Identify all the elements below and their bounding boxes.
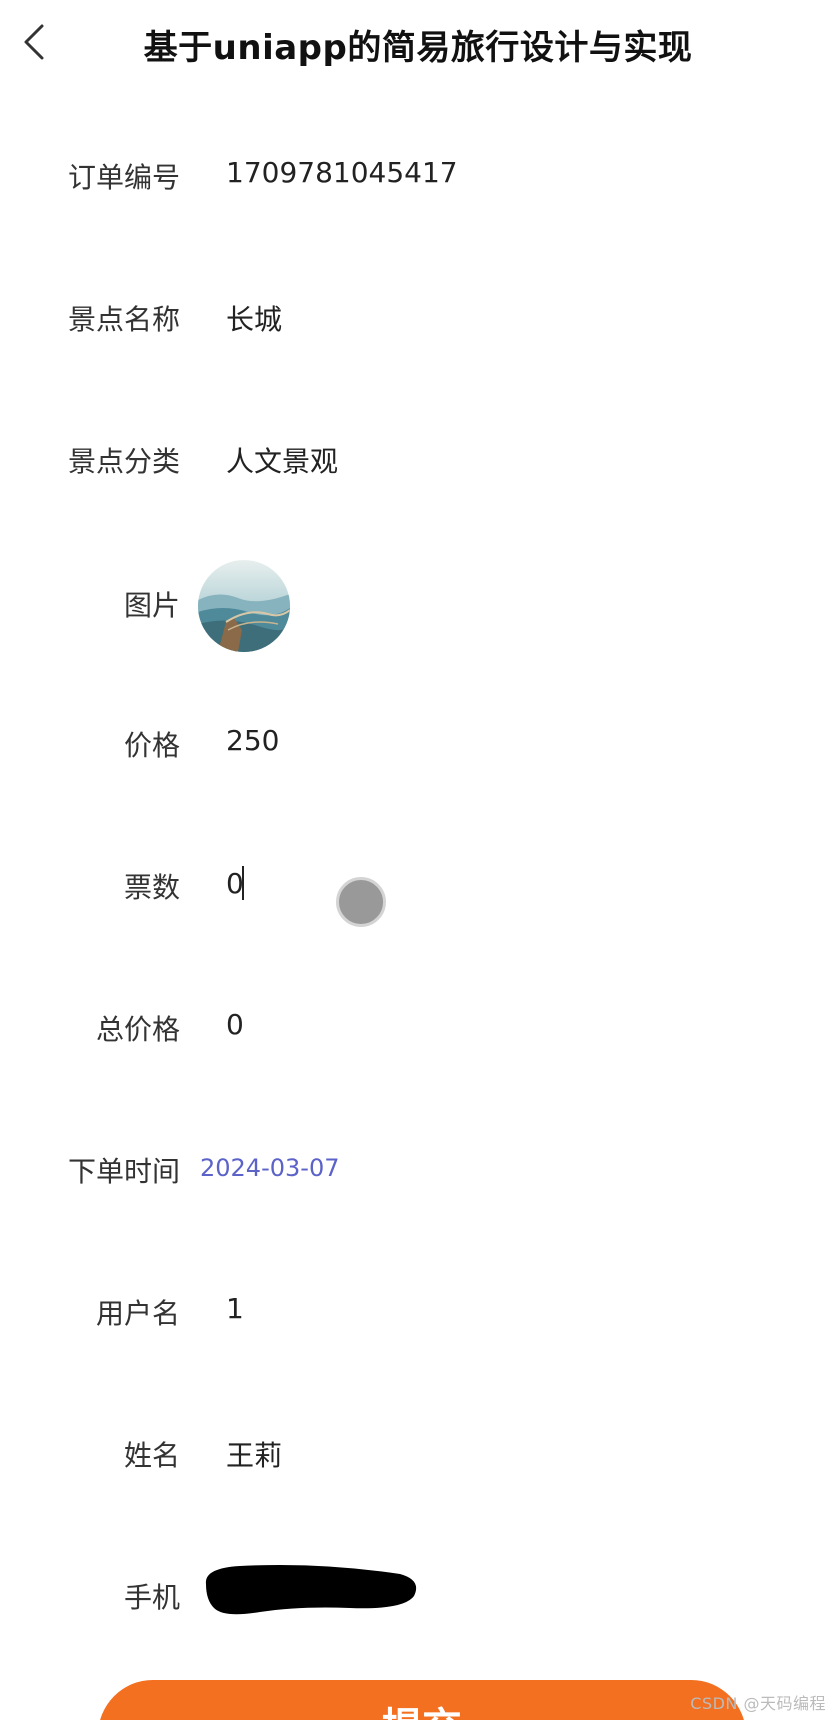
order-time-picker[interactable]: 2024-03-07 <box>200 1154 339 1182</box>
order-no-value: 1709781045417 <box>226 156 458 189</box>
row-picture: 图片 <box>0 564 836 644</box>
spot-name-label: 景点名称 <box>67 303 180 336</box>
page-title: 基于uniapp的简易旅行设计与实现 <box>143 28 693 68</box>
row-total: 总价格 0 <box>0 988 836 1068</box>
spot-thumbnail[interactable] <box>198 560 290 652</box>
row-tickets: 票数 <box>0 846 836 926</box>
picture-label: 图片 <box>123 589 180 622</box>
great-wall-image <box>198 560 290 652</box>
submit-button[interactable]: 提交 <box>98 1680 746 1720</box>
row-spot-name: 景点名称 长城 <box>0 278 836 358</box>
nav-bar: 基于uniapp的简易旅行设计与实现 <box>0 0 836 88</box>
spot-name-value: 长城 <box>226 303 283 336</box>
order-form-page: 基于uniapp的简易旅行设计与实现 订单编号 1709781045417 景点… <box>0 0 836 1720</box>
total-value: 0 <box>226 1008 244 1041</box>
name-value: 王莉 <box>226 1439 283 1472</box>
row-spot-category: 景点分类 人文景观 <box>0 420 836 500</box>
row-order-time: 下单时间 2024-03-07 <box>0 1130 836 1210</box>
row-price: 价格 250 <box>0 704 836 784</box>
spot-category-label: 景点分类 <box>67 445 180 478</box>
row-username: 用户名 1 <box>0 1272 836 1352</box>
username-label: 用户名 <box>95 1297 180 1330</box>
row-order-no: 订单编号 1709781045417 <box>0 136 836 216</box>
total-label: 总价格 <box>95 1013 180 1046</box>
tickets-label: 票数 <box>123 871 180 904</box>
spot-category-value: 人文景观 <box>226 445 339 478</box>
watermark: CSDN @天码编程 <box>690 1694 826 1713</box>
price-value: 250 <box>226 724 280 757</box>
order-no-label: 订单编号 <box>67 161 180 194</box>
touch-indicator <box>336 877 386 927</box>
username-value: 1 <box>226 1292 244 1325</box>
price-label: 价格 <box>123 729 180 762</box>
row-name: 姓名 王莉 <box>0 1414 836 1494</box>
redaction-mark <box>205 1565 417 1615</box>
name-label: 姓名 <box>123 1439 180 1472</box>
phone-label: 手机 <box>123 1581 180 1614</box>
order-time-label: 下单时间 <box>67 1155 180 1188</box>
text-caret <box>242 866 244 900</box>
